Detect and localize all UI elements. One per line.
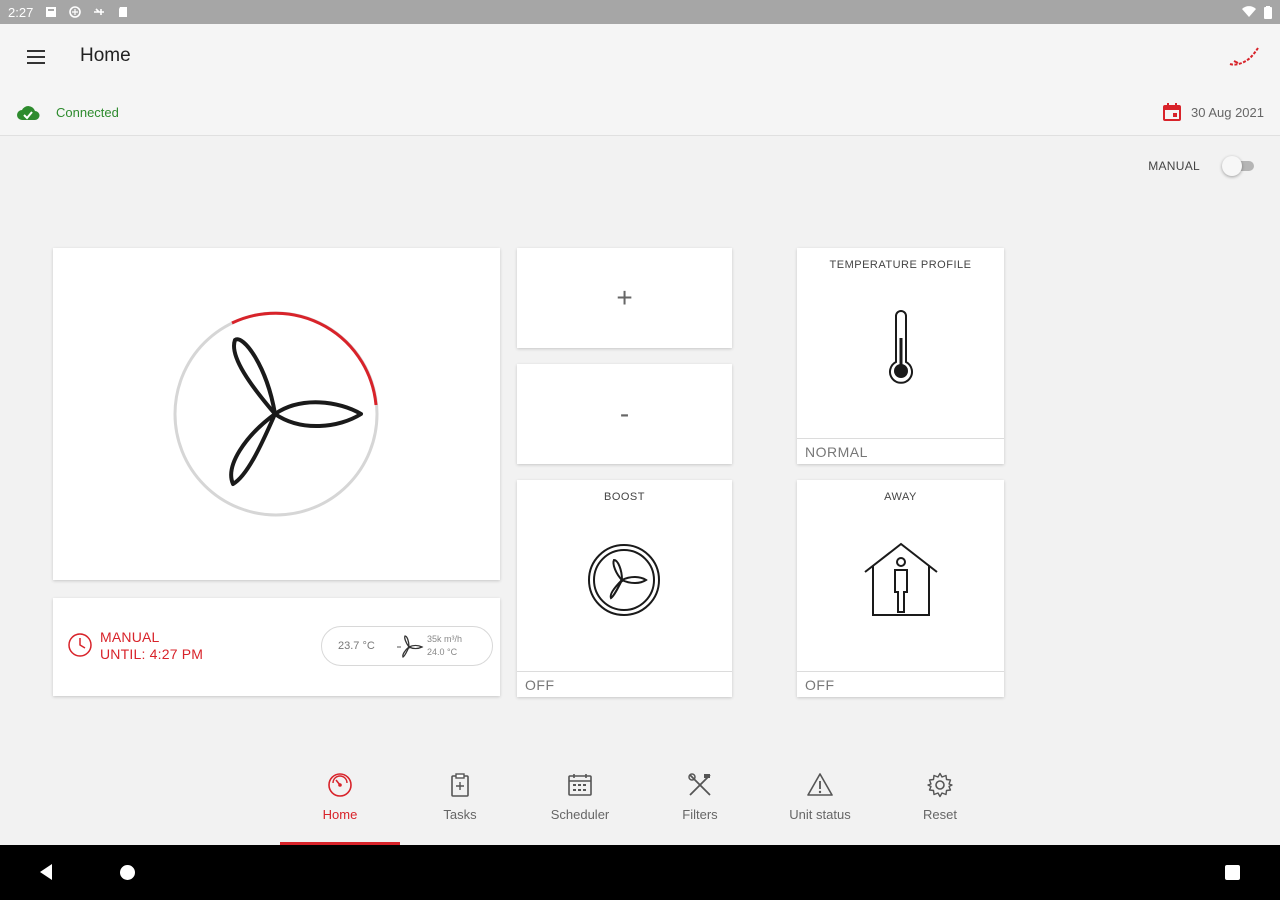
sync-icon <box>69 6 82 18</box>
gauge-icon <box>328 773 352 797</box>
nav-home-label: Home <box>322 807 358 822</box>
until-label: UNTIL: 4:27 PM <box>100 646 204 662</box>
nav-unit-status[interactable]: Unit status <box>760 760 880 845</box>
system-status-bar: 2:27 <box>0 0 1280 24</box>
back-icon[interactable] <box>38 863 54 881</box>
cloud-check-icon <box>17 106 40 120</box>
connection-label: Connected <box>56 104 119 120</box>
current-date: 30 Aug 2021 <box>1162 103 1264 121</box>
boost-label: BOOST <box>603 491 645 503</box>
home-system-button[interactable] <box>120 865 135 880</box>
tools-icon <box>688 773 711 796</box>
nav-unit-status-label: Unit status <box>789 807 851 822</box>
indoor-temperature: 23.7 °C <box>338 640 375 652</box>
app-bar: Home <box>0 24 1280 90</box>
fan-speed-card[interactable] <box>53 248 500 580</box>
boost-tile[interactable]: BOOST OFF <box>517 480 732 697</box>
nav-tasks[interactable]: Tasks <box>400 760 520 845</box>
away-state: OFF <box>797 671 1004 697</box>
nav-scheduler-label: Scheduler <box>550 807 610 822</box>
boost-state: OFF <box>517 671 732 697</box>
increase-speed-button[interactable]: + <box>517 248 732 348</box>
airflow-value: 35k m³/h <box>427 634 463 644</box>
dial-progress <box>231 311 378 406</box>
manual-mode-control: MANUAL <box>1148 155 1256 177</box>
calendar-date-icon <box>1162 103 1181 121</box>
brand-logo <box>1229 47 1259 66</box>
clipboard-icon <box>451 773 469 797</box>
wifi-icon <box>1242 6 1256 18</box>
airflow-readout: 35k m³/h 24.0 °C <box>427 633 462 659</box>
nav-reset-label: Reset <box>923 807 957 822</box>
small-fan-icon <box>397 635 424 658</box>
notification-icon <box>46 7 57 17</box>
decrease-speed-button[interactable]: - <box>517 364 732 464</box>
mode-label: MANUAL <box>100 629 160 645</box>
connection-status: Connected <box>16 103 119 121</box>
away-tile[interactable]: AWAY OFF <box>797 480 1004 697</box>
clock-icon <box>68 633 92 657</box>
climate-readout: 23.7 °C 35k m³/h 24.0 °C <box>321 626 493 666</box>
temperature-profile-tile[interactable]: TEMPERATURE PROFILE NORMAL <box>797 248 1004 464</box>
away-label: AWAY <box>884 491 917 503</box>
outdoor-temperature: 24.0 °C <box>427 647 458 657</box>
usb-icon <box>94 8 105 15</box>
system-navigation-bar <box>0 845 1280 900</box>
battery-icon <box>1264 5 1272 19</box>
bottom-navigation: Home Tasks Scheduler Filters Unit status… <box>0 760 1280 845</box>
menu-icon[interactable] <box>22 46 50 68</box>
schedule-status-card: MANUAL UNTIL: 4:27 PM 23.7 °C 35k m³/h 2… <box>53 598 500 696</box>
fan-icon <box>229 337 363 486</box>
house-person-icon <box>864 542 938 616</box>
warning-icon <box>807 773 833 796</box>
nav-filters-label: Filters <box>682 807 718 822</box>
connection-bar: Connected 30 Aug 2021 <box>0 90 1280 136</box>
nav-tasks-label: Tasks <box>443 807 477 822</box>
status-time: 2:27 <box>8 4 34 20</box>
temperature-profile-label: TEMPERATURE PROFILE <box>829 259 972 271</box>
page-title: Home <box>80 45 131 66</box>
manual-toggle[interactable] <box>1222 155 1256 177</box>
nav-filters[interactable]: Filters <box>640 760 760 845</box>
fan-speed-dial[interactable] <box>171 306 381 520</box>
nav-scheduler[interactable]: Scheduler <box>520 760 640 845</box>
nav-home[interactable]: Home <box>280 760 400 845</box>
temperature-profile-value: NORMAL <box>797 438 1004 464</box>
sd-card-icon <box>119 7 128 17</box>
boost-fan-icon <box>588 544 660 616</box>
calendar-icon <box>568 774 592 796</box>
gear-icon <box>927 772 953 798</box>
mode-text: MANUAL UNTIL: 4:27 PM <box>100 629 203 663</box>
manual-label: MANUAL <box>1148 159 1200 173</box>
thermometer-icon <box>889 310 913 384</box>
recents-button[interactable] <box>1225 865 1240 880</box>
nav-reset[interactable]: Reset <box>880 760 1000 845</box>
toggle-thumb <box>1222 156 1242 176</box>
date-label: 30 Aug 2021 <box>1190 104 1264 120</box>
